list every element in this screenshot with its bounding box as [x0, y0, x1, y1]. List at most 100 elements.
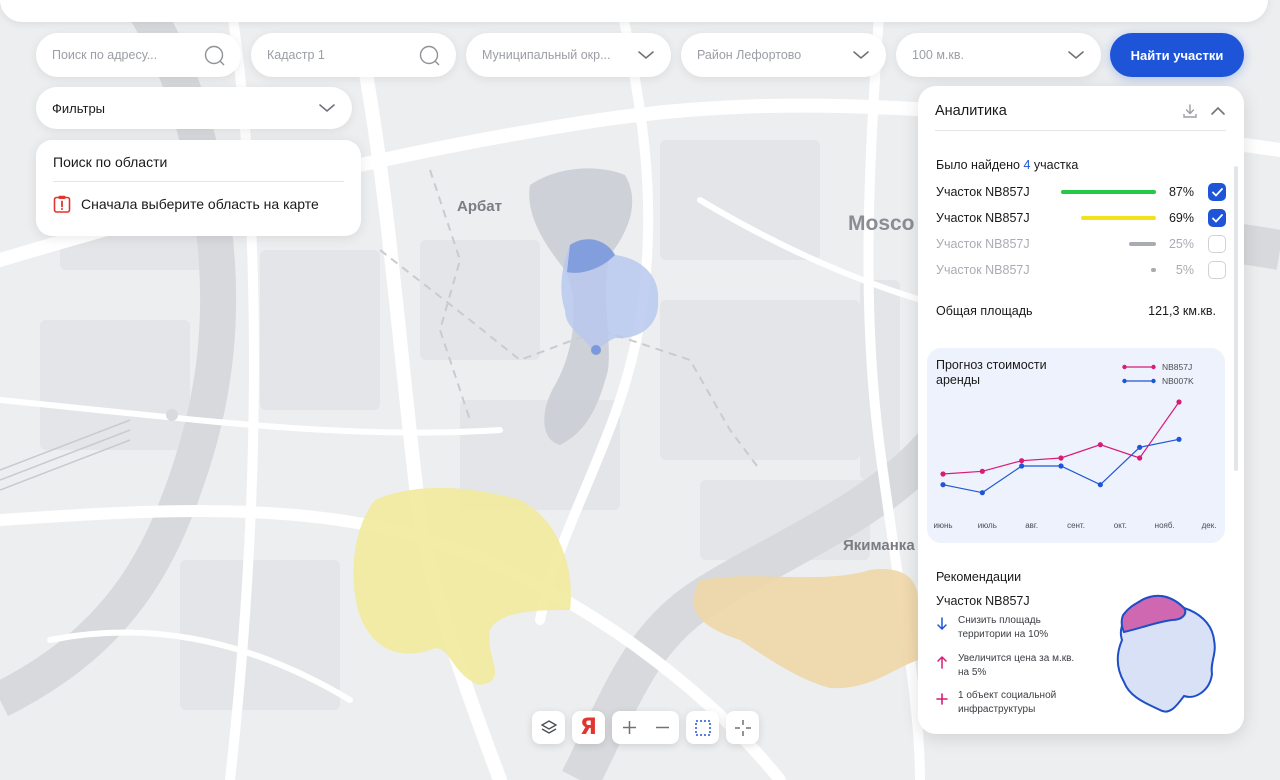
- address-search-input[interactable]: Поиск по адресу...: [36, 33, 241, 77]
- district-select[interactable]: Район Лефортово: [681, 33, 886, 77]
- filters-label: Фильтры: [52, 100, 106, 116]
- plot-row[interactable]: Участок NB857J 69%: [936, 207, 1226, 229]
- chevron-up-icon[interactable]: [1210, 106, 1226, 116]
- recommendation-text: Увеличится цена за м.кв. на 5%: [958, 653, 1075, 678]
- analytics-title: Аналитика: [935, 103, 1007, 119]
- recommendation-text: Снизить площадь территории на 10%: [958, 615, 1049, 640]
- legend-label: NB857J: [1162, 362, 1193, 372]
- data-point: [1019, 463, 1025, 469]
- data-point: [1137, 455, 1143, 461]
- plot-score-bar-track: [1061, 216, 1156, 220]
- plot-score-bar-track: [1061, 268, 1156, 272]
- arrow-up-icon: [937, 655, 947, 669]
- zoom-controls: [612, 711, 679, 744]
- recommendation-item: 1 объект социальной инфраструктуры: [936, 689, 1086, 717]
- data-point: [940, 482, 946, 488]
- data-point: [1019, 458, 1025, 464]
- plot-row[interactable]: Участок NB857J 25%: [936, 233, 1226, 255]
- crosshair-icon: [734, 719, 751, 736]
- x-tick-label: июнь: [933, 521, 952, 530]
- forecast-title: Прогноз стоимости аренды: [936, 358, 1047, 387]
- zoom-out-icon[interactable]: [646, 711, 679, 744]
- panel-scrollbar[interactable]: [1234, 166, 1238, 471]
- x-tick-label: июль: [978, 521, 997, 530]
- data-point: [1097, 442, 1103, 448]
- check-icon: [1211, 187, 1223, 197]
- analytics-header: Аналитика: [935, 86, 1226, 131]
- chevron-down-icon: [319, 104, 335, 113]
- x-tick-label: сент.: [1067, 521, 1085, 530]
- plot-name: Участок NB857J: [936, 263, 1030, 277]
- data-point: [979, 490, 985, 496]
- plot-name: Участок NB857J: [936, 211, 1030, 225]
- cadastre-search-placeholder: Кадастр 1: [267, 48, 325, 62]
- plot-percent: 87%: [1168, 185, 1194, 199]
- legend-line-icon: [1122, 378, 1156, 384]
- x-tick-label: окт.: [1114, 521, 1127, 530]
- recommendation-item: Увеличится цена за м.кв. на 5%: [936, 652, 1086, 680]
- plot-checkbox[interactable]: [1208, 261, 1226, 279]
- plot-percent: 69%: [1168, 211, 1194, 225]
- plot-percent: 25%: [1168, 237, 1194, 251]
- recommendation-item: Снизить площадь территории на 10%: [936, 614, 1086, 642]
- plot-percent: 5%: [1175, 263, 1194, 277]
- plot-row[interactable]: Участок NB857J 87%: [936, 181, 1226, 203]
- filters-dropdown[interactable]: Фильтры: [36, 87, 352, 129]
- total-area: Общая площадь 121,3 км.кв.: [936, 304, 1216, 318]
- plot-score-bar: [1080, 216, 1156, 220]
- data-point: [1058, 463, 1064, 469]
- legend-line-icon: [1122, 364, 1156, 370]
- total-area-value: 121,3 км.кв.: [1148, 304, 1216, 318]
- plot-score-bar: [1128, 242, 1156, 246]
- x-tick-label: авг.: [1025, 521, 1038, 530]
- data-point: [1176, 436, 1182, 442]
- ruler-button[interactable]: [726, 711, 759, 744]
- found-prefix: Было найдено: [936, 158, 1020, 172]
- area-search-warning-text: Сначала выберите область на карте: [81, 196, 319, 212]
- yandex-logo-icon: Я: [580, 715, 597, 740]
- recommendation-text: 1 объект социальной инфраструктуры: [958, 690, 1057, 715]
- analytics-panel: Аналитика Было найдено 4 участка Участок…: [918, 86, 1244, 734]
- area-select-button[interactable]: [686, 711, 719, 744]
- search-icon: [204, 45, 225, 66]
- chevron-down-icon: [1068, 51, 1084, 60]
- recommendations-title: Рекомендации: [936, 570, 1022, 584]
- plot-score-bar: [1061, 190, 1156, 194]
- area-search-card: Поиск по области Сначала выберите област…: [36, 140, 361, 236]
- plot-checkbox[interactable]: [1208, 209, 1226, 227]
- arrow-down-icon: [937, 617, 947, 631]
- district-value: Район Лефортово: [697, 48, 802, 62]
- found-suffix: участка: [1033, 158, 1079, 172]
- layers-button[interactable]: [532, 711, 565, 744]
- search-icon: [419, 45, 440, 66]
- plot-name: Участок NB857J: [936, 237, 1030, 251]
- forecast-legend: NB857J NB007K: [1122, 360, 1194, 388]
- rent-forecast-chart: июнь июль авг. сент. окт. нояб. дек. Прогноз с…: [927, 348, 1225, 543]
- area-search-warning: Сначала выберите область на карте: [53, 195, 344, 213]
- total-area-label: Общая площадь: [936, 304, 1033, 318]
- layers-icon: [540, 719, 557, 734]
- data-point: [1137, 444, 1143, 450]
- plot-checkbox[interactable]: [1208, 235, 1226, 253]
- plot-row[interactable]: Участок NB857J 5%: [936, 259, 1226, 281]
- recommendations-plot: Участок NB857J: [936, 594, 1030, 608]
- find-plots-button[interactable]: Найти участки: [1110, 33, 1244, 77]
- zoom-in-icon[interactable]: [613, 711, 646, 744]
- check-icon: [1211, 213, 1223, 223]
- municipal-district-select[interactable]: Муниципальный окр...: [466, 33, 671, 77]
- top-header-strip: [0, 0, 1268, 22]
- plot-checkbox[interactable]: [1208, 183, 1226, 201]
- chevron-down-icon: [853, 51, 869, 60]
- download-icon[interactable]: [1182, 103, 1198, 119]
- map-label-arbat: Арбат: [457, 198, 502, 215]
- select-area-icon: [694, 719, 711, 736]
- yandex-button[interactable]: Я: [572, 711, 605, 744]
- area-search-title: Поиск по области: [53, 154, 344, 182]
- legend-item-nb007k: NB007K: [1122, 374, 1194, 388]
- cadastre-search-input[interactable]: Кадастр 1: [251, 33, 456, 77]
- warning-icon: [53, 195, 71, 213]
- plot-name: Участок NB857J: [936, 185, 1030, 199]
- area-select[interactable]: 100 м.кв.: [896, 33, 1101, 77]
- x-tick-label: нояб.: [1155, 521, 1175, 530]
- plot-shape-preview: [1116, 594, 1216, 713]
